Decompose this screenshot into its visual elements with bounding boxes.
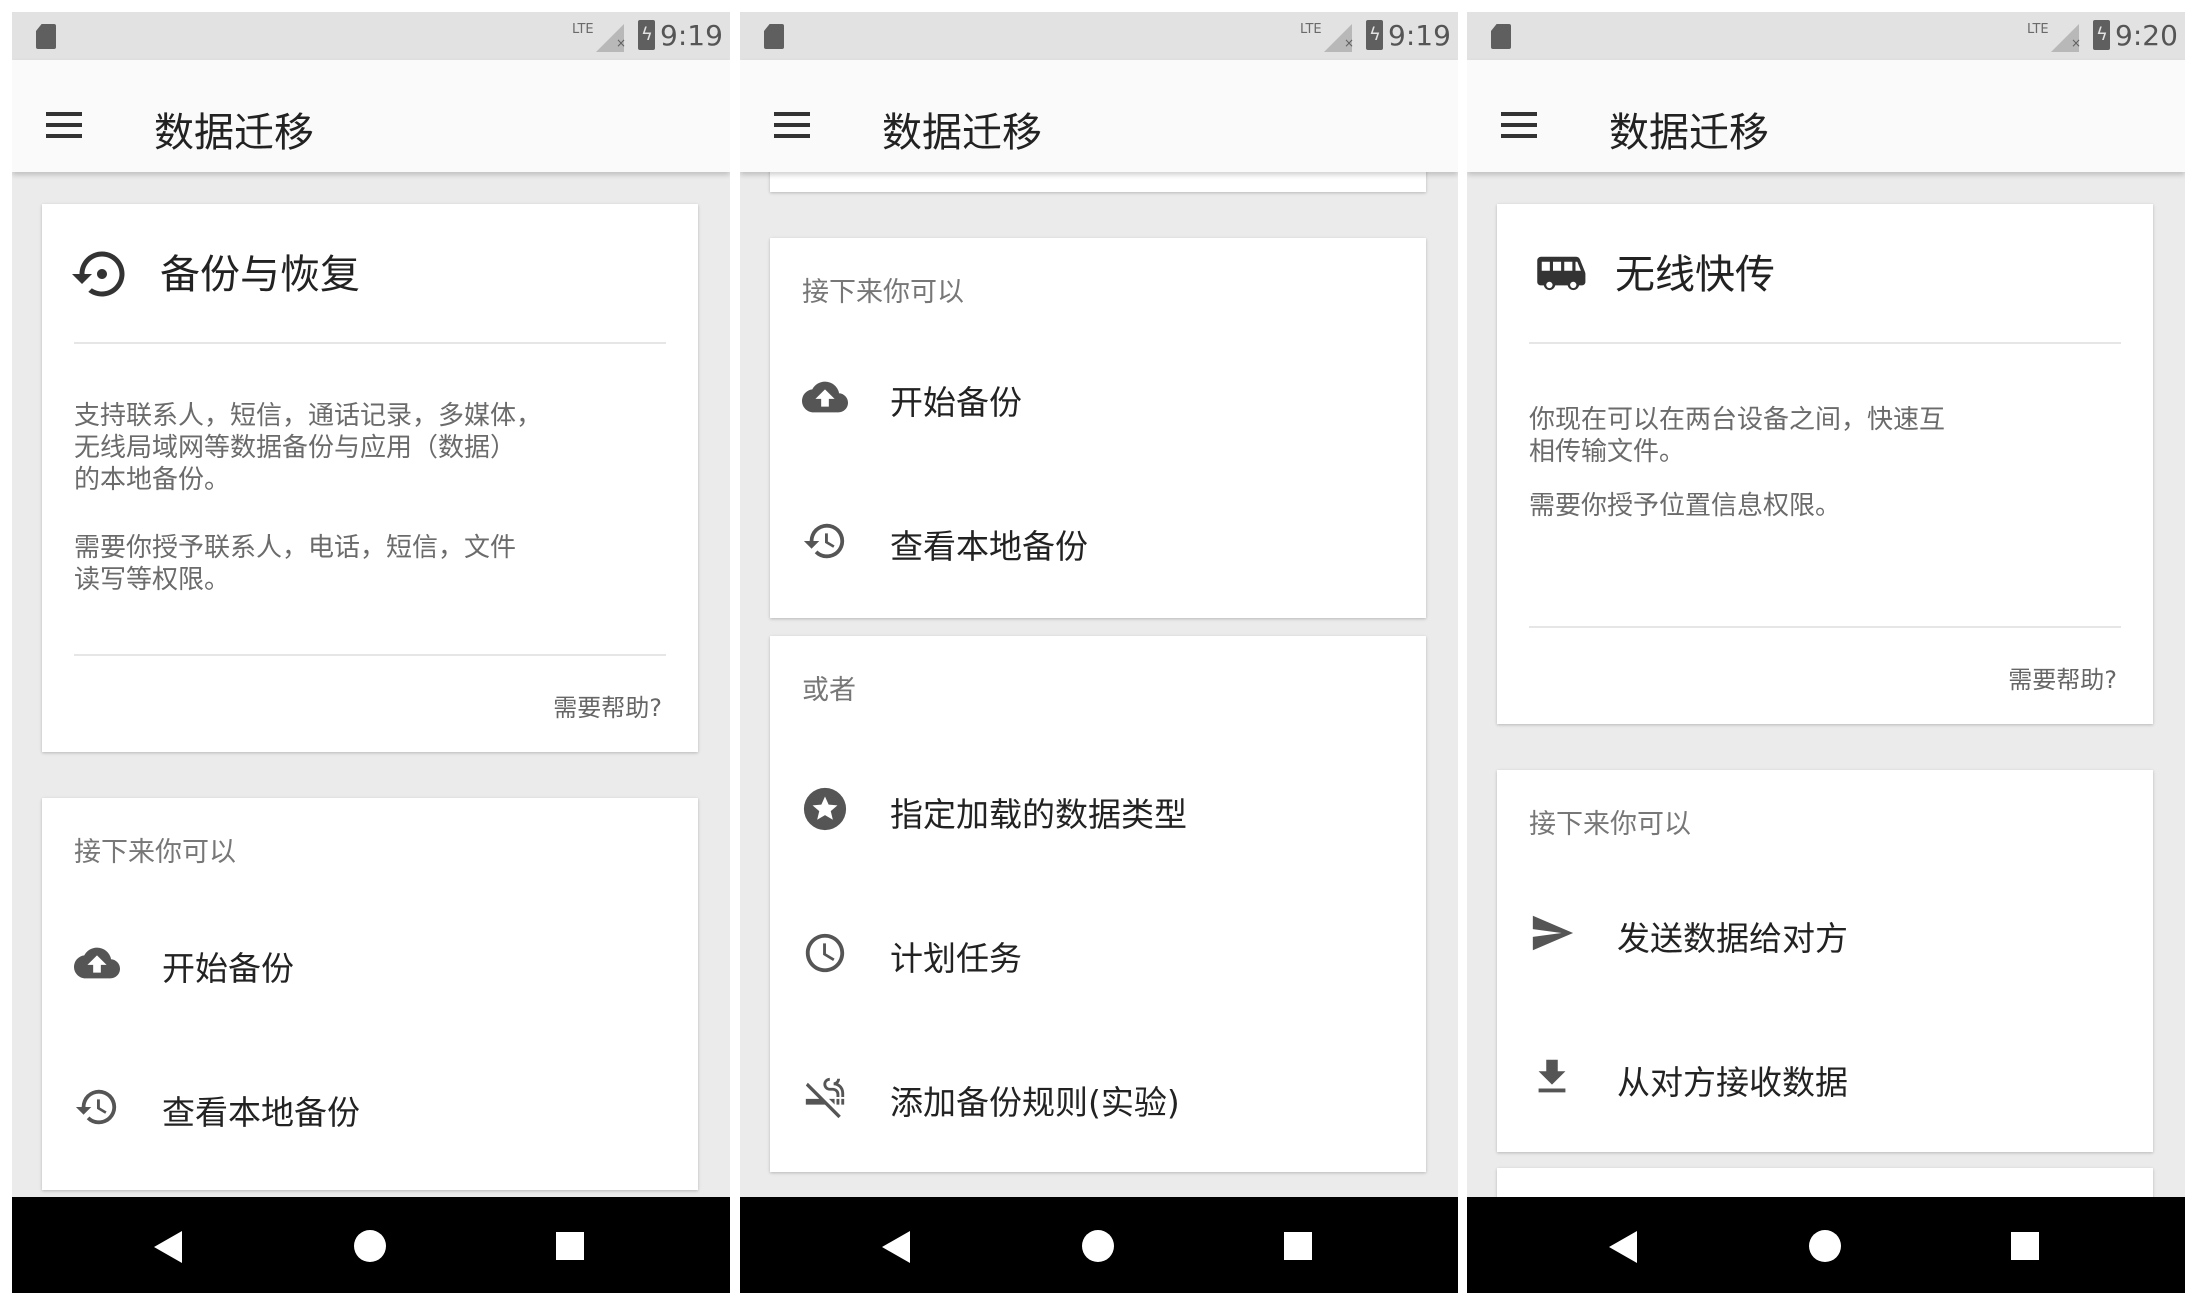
- lte-label: LTE: [1300, 22, 1322, 37]
- start-backup-item[interactable]: 开始备份: [42, 918, 698, 1008]
- back-icon[interactable]: [1609, 1231, 1637, 1263]
- home-icon[interactable]: [354, 1230, 386, 1262]
- no-signal-x-icon: ×: [2071, 36, 2082, 50]
- lte-label: LTE: [572, 22, 594, 37]
- next-actions-heading: 接下来你可以: [74, 837, 236, 868]
- nav-bar: [12, 1197, 730, 1293]
- home-icon[interactable]: [1082, 1230, 1114, 1262]
- menu-icon[interactable]: [774, 112, 810, 138]
- divider: [74, 654, 666, 656]
- lte-label: LTE: [2027, 22, 2049, 37]
- no-signal-x-icon: ×: [616, 36, 627, 50]
- app-bar: 数据迁移: [740, 60, 1458, 172]
- next-actions-card: 接下来你可以 开始备份 查看本地备份: [42, 798, 698, 1190]
- send-data-item[interactable]: 发送数据给对方: [1497, 888, 2153, 978]
- no-signal-x-icon: ×: [1344, 36, 1355, 50]
- status-time: 9:19: [1388, 19, 1451, 52]
- nav-bar: [740, 1197, 1458, 1293]
- back-icon[interactable]: [154, 1231, 182, 1263]
- status-bar: LTE × 9:19: [740, 12, 1458, 60]
- view-local-backup-item[interactable]: 查看本地备份: [770, 496, 1426, 586]
- app-title: 数据迁移: [1609, 110, 1769, 156]
- recent-apps-icon[interactable]: [2011, 1232, 2039, 1260]
- next-actions-heading: 接下来你可以: [802, 277, 964, 308]
- back-icon[interactable]: [882, 1231, 910, 1263]
- view-local-backup-label: 查看本地备份: [162, 1093, 360, 1132]
- download-icon: [1529, 1054, 1575, 1100]
- backup-rules-item[interactable]: 添加备份规则(实验): [770, 1052, 1426, 1142]
- view-local-backup-label: 查看本地备份: [890, 527, 1088, 566]
- status-bar: LTE × 9:19: [12, 12, 730, 60]
- receive-data-item[interactable]: 从对方接收数据: [1497, 1032, 2153, 1122]
- receive-data-label: 从对方接收数据: [1617, 1063, 1848, 1102]
- recent-apps-icon[interactable]: [1284, 1232, 1312, 1260]
- help-link[interactable]: 需要帮助?: [2008, 660, 2117, 695]
- card-permissions: 需要你授予联系人，电话，短信，文件 读写等权限。: [74, 533, 517, 595]
- no-smoking-icon: [802, 1074, 848, 1120]
- app-bar: 数据迁移: [1467, 60, 2185, 172]
- alternatives-heading: 或者: [802, 675, 856, 706]
- recent-apps-icon[interactable]: [556, 1232, 584, 1260]
- cloud-upload-icon: [74, 940, 120, 986]
- battery-charging-icon: [2093, 20, 2110, 50]
- card-title: 备份与恢复: [160, 252, 360, 298]
- battery-charging-icon: [1366, 20, 1383, 50]
- start-backup-label: 开始备份: [890, 383, 1022, 422]
- backup-restore-icon: [72, 244, 132, 304]
- card-description: 支持联系人，短信，通话记录，多媒体， 无线局域网等数据备份与应用（数据） 的本地…: [74, 401, 543, 495]
- next-actions-heading: 接下来你可以: [1529, 809, 1691, 840]
- status-time: 9:20: [2115, 19, 2178, 52]
- scheduled-task-item[interactable]: 计划任务: [770, 908, 1426, 998]
- wireless-transfer-card: 无线快传 你现在可以在两台设备之间，快速互 相传输文件。 需要你授予位置信息权限…: [1497, 204, 2153, 724]
- start-backup-label: 开始备份: [162, 949, 294, 988]
- home-icon[interactable]: [1809, 1230, 1841, 1262]
- bus-icon: [1531, 246, 1593, 300]
- sd-card-icon: [1491, 24, 1511, 49]
- backup-restore-card: 备份与恢复 支持联系人，短信，通话记录，多媒体， 无线局域网等数据备份与应用（数…: [42, 204, 698, 752]
- history-icon: [802, 518, 848, 564]
- app-title: 数据迁移: [882, 110, 1042, 156]
- menu-icon[interactable]: [46, 112, 82, 138]
- data-types-item[interactable]: 指定加载的数据类型: [770, 764, 1426, 854]
- next-actions-card: 接下来你可以 开始备份 查看本地备份: [770, 238, 1426, 618]
- status-bar: LTE × 9:20: [1467, 12, 2185, 60]
- sd-card-icon: [764, 24, 784, 49]
- nav-bar: [1467, 1197, 2185, 1293]
- phone-screen-1: LTE × 9:19 数据迁移 备份与恢复 支持联系人，短信，通话记录，多媒体，…: [12, 12, 730, 1293]
- scheduled-task-label: 计划任务: [890, 939, 1022, 978]
- star-icon: [802, 786, 848, 832]
- phone-screen-2: LTE × 9:19 数据迁移 接下来你可以 开始备份 查看本地备份 或者 指定…: [740, 12, 1458, 1293]
- card-description: 你现在可以在两台设备之间，快速互 相传输文件。: [1529, 405, 1946, 467]
- view-local-backup-item[interactable]: 查看本地备份: [42, 1062, 698, 1152]
- backup-rules-label: 添加备份规则(实验): [890, 1083, 1180, 1122]
- status-time: 9:19: [660, 19, 723, 52]
- menu-icon[interactable]: [1501, 112, 1537, 138]
- battery-charging-icon: [638, 20, 655, 50]
- help-link[interactable]: 需要帮助?: [553, 688, 662, 723]
- start-backup-item[interactable]: 开始备份: [770, 352, 1426, 442]
- next-actions-card: 接下来你可以 发送数据给对方 从对方接收数据: [1497, 770, 2153, 1152]
- app-bar: 数据迁移: [12, 60, 730, 172]
- card-title: 无线快传: [1615, 252, 1775, 298]
- data-types-label: 指定加载的数据类型: [890, 795, 1187, 834]
- send-icon: [1529, 910, 1575, 956]
- clock-icon: [802, 930, 848, 976]
- send-data-label: 发送数据给对方: [1617, 919, 1848, 958]
- history-icon: [74, 1084, 120, 1130]
- card-permissions: 需要你授予位置信息权限。: [1529, 491, 1842, 521]
- sd-card-icon: [36, 24, 56, 49]
- divider: [1529, 342, 2121, 344]
- cloud-upload-icon: [802, 374, 848, 420]
- phone-screen-3: LTE × 9:20 数据迁移 无线快传 你现在可以在两台设备之间，快速互 相传…: [1467, 12, 2185, 1293]
- app-title: 数据迁移: [154, 110, 314, 156]
- divider: [1529, 626, 2121, 628]
- divider: [74, 342, 666, 344]
- alternatives-card: 或者 指定加载的数据类型 计划任务 添加备份规则(实验): [770, 636, 1426, 1172]
